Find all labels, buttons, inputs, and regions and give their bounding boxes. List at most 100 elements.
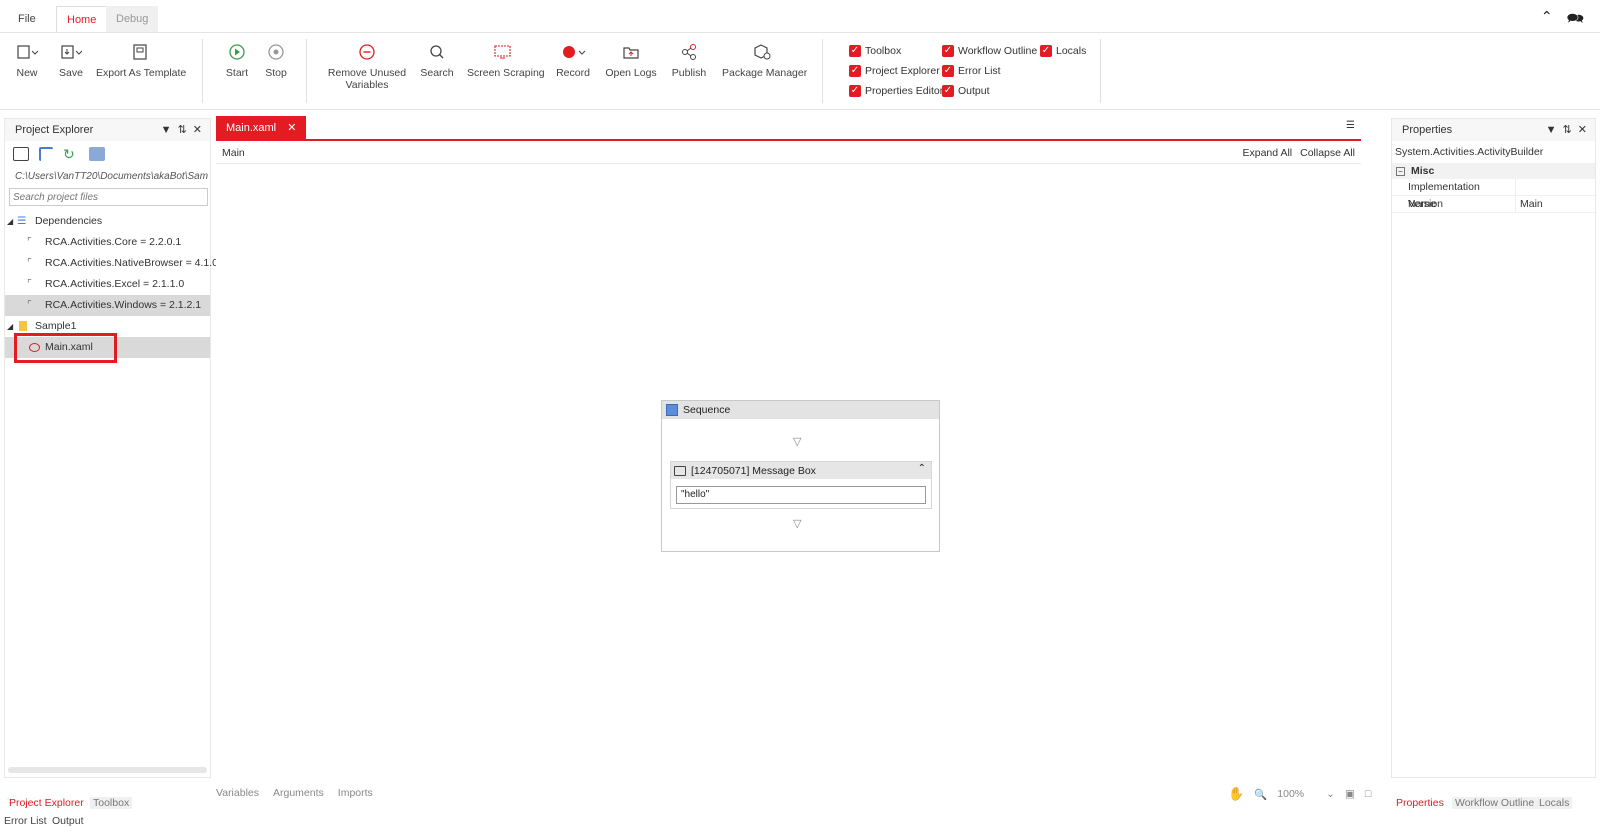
start-button[interactable]: Start xyxy=(222,41,252,79)
explorer-toolbar: ↻ xyxy=(5,141,210,167)
panel-header: Properties ▼ ⇅ ✕ xyxy=(1392,119,1595,141)
checkbox-workflow-outline[interactable]: ✓ Workflow Outline xyxy=(942,43,1037,59)
publish-button[interactable]: Publish xyxy=(670,41,708,79)
hand-pan-icon[interactable]: ✋ xyxy=(1228,786,1244,802)
check-icon: ✓ xyxy=(849,85,861,97)
tab-variables[interactable]: Variables xyxy=(216,787,259,803)
close-icon[interactable]: ✕ xyxy=(193,119,202,141)
search-button[interactable]: Search xyxy=(420,41,454,79)
message-box-header[interactable]: [124705071] Message Box ⌃ xyxy=(671,462,931,479)
horizontal-scrollbar[interactable] xyxy=(8,767,207,773)
property-row[interactable]: Implementation Version xyxy=(1392,179,1595,210)
checkbox-label: Output xyxy=(958,85,990,97)
close-icon[interactable]: ✕ xyxy=(1578,119,1587,141)
dropdown-icon[interactable]: ▼ xyxy=(1546,119,1557,141)
checkbox-error-list[interactable]: ✓ Error List xyxy=(942,63,1001,79)
checkbox-label: Properties Editor xyxy=(865,85,944,97)
search-project-files-input[interactable] xyxy=(9,188,208,206)
tab-main-xaml[interactable]: Main.xaml ✕ xyxy=(216,116,307,140)
tab-home[interactable]: Home xyxy=(56,6,108,32)
tree-item-dependencies[interactable]: ◢ ☰ Dependencies xyxy=(5,211,210,232)
property-category[interactable]: − Misc xyxy=(1392,163,1595,179)
tab-properties[interactable]: Properties xyxy=(1396,797,1444,809)
notifications-icon[interactable]: 🗪 xyxy=(1567,8,1584,32)
zoom-level[interactable]: 100% xyxy=(1277,788,1304,800)
pin-icon[interactable]: ⇅ xyxy=(178,119,187,141)
package-manager-button[interactable]: Package Manager xyxy=(722,41,807,79)
tab-project-explorer[interactable]: Project Explorer xyxy=(9,797,84,809)
property-value[interactable] xyxy=(1516,179,1520,195)
tree-item-dependency[interactable]: ⌜ RCA.Activities.Windows = 2.1.2.1 xyxy=(5,295,210,316)
fit-screen-icon[interactable]: ▣ xyxy=(1345,788,1355,800)
tab-workflow-outline[interactable]: Workflow Outline xyxy=(1452,797,1538,809)
drop-target-icon[interactable]: ▽ xyxy=(793,435,801,448)
open-logs-button[interactable]: Open Logs xyxy=(605,41,657,79)
tab-output[interactable]: Output xyxy=(52,815,84,827)
sequence-title: Sequence xyxy=(683,404,731,416)
stop-icon xyxy=(261,41,291,63)
sequence-header[interactable]: Sequence xyxy=(662,401,939,419)
chevron-up-icon[interactable]: ⌃ xyxy=(1541,8,1553,32)
checkbox-properties-editor[interactable]: ✓ Properties Editor xyxy=(849,83,943,99)
chevron-down-icon[interactable]: ⌄ xyxy=(1326,788,1335,800)
sequence-activity[interactable]: Sequence ▽ [124705071] Message Box ⌃ "he… xyxy=(661,400,940,552)
expand-collapse-controls: Expand All Collapse All xyxy=(1243,147,1356,159)
tab-imports[interactable]: Imports xyxy=(338,787,373,803)
tab-arguments[interactable]: Arguments xyxy=(273,787,324,803)
collapse-box-icon[interactable]: − xyxy=(1396,166,1405,176)
collapse-all-link[interactable]: Collapse All xyxy=(1300,147,1355,159)
tree-item-dependency[interactable]: ⌜ RCA.Activities.Excel = 2.1.1.0 xyxy=(5,274,210,295)
message-icon xyxy=(674,465,686,476)
collapse-arrow-icon[interactable]: ◢ xyxy=(7,316,13,337)
zoom-icon[interactable]: 🔍 xyxy=(1254,788,1267,801)
collapse-icon[interactable]: ⌃ xyxy=(918,463,926,474)
open-folder-icon[interactable] xyxy=(13,147,29,161)
tab-locals[interactable]: Locals xyxy=(1536,797,1573,809)
tab-overflow-icon[interactable]: ☰ xyxy=(1346,120,1355,131)
record-button[interactable]: Record xyxy=(556,41,590,79)
remove-unused-variables-button[interactable]: Remove Unused Variables xyxy=(326,41,408,91)
screen-scraping-button[interactable]: Screen Scraping xyxy=(467,41,545,79)
dropdown-icon[interactable]: ▼ xyxy=(161,119,172,141)
ribbon-divider xyxy=(202,39,203,103)
close-tab-icon[interactable]: ✕ xyxy=(287,122,296,134)
stop-label: Stop xyxy=(265,67,287,79)
export-template-button[interactable]: Export As Template xyxy=(96,41,186,79)
tab-toolbox[interactable]: Toolbox xyxy=(90,797,133,809)
checkbox-output[interactable]: ✓ Output xyxy=(942,83,990,99)
collapse-arrow-icon[interactable]: ◢ xyxy=(7,211,13,232)
package-icon: ⌜ xyxy=(27,299,32,311)
record-icon xyxy=(556,41,590,63)
ribbon-divider xyxy=(822,39,823,103)
tab-debug[interactable]: Debug xyxy=(106,6,159,32)
open-logs-icon xyxy=(605,41,657,63)
publish-label: Publish xyxy=(671,67,707,79)
tab-error-list[interactable]: Error List xyxy=(4,815,47,827)
message-box-activity[interactable]: [124705071] Message Box ⌃ "hello" xyxy=(670,461,932,509)
start-label: Start xyxy=(225,67,249,79)
checkbox-project-explorer[interactable]: ✓ Project Explorer xyxy=(849,63,940,79)
message-text-field[interactable]: "hello" xyxy=(676,486,926,504)
stop-button[interactable]: Stop xyxy=(261,41,291,79)
checkbox-toolbox[interactable]: ✓ Toolbox xyxy=(849,43,901,59)
breadcrumb[interactable]: Main xyxy=(222,147,245,159)
property-key: Implementation Version xyxy=(1392,179,1516,210)
pin-icon[interactable]: ⇅ xyxy=(1563,119,1572,141)
expand-all-link[interactable]: Expand All xyxy=(1243,147,1293,159)
save-button[interactable]: Save xyxy=(56,41,86,79)
tree-item-label: RCA.Activities.NativeBrowser = 4.1.0.1 xyxy=(45,257,227,269)
overview-icon[interactable]: □ xyxy=(1365,788,1371,800)
tree-item-dependency[interactable]: ⌜ RCA.Activities.NativeBrowser = 4.1.0.1 xyxy=(5,253,227,274)
checkbox-locals[interactable]: ✓ Locals xyxy=(1040,43,1086,59)
refresh-icon[interactable]: ↻ xyxy=(63,147,79,161)
expand-tree-icon[interactable] xyxy=(39,147,53,161)
new-button[interactable]: New xyxy=(12,41,42,79)
drop-target-icon[interactable]: ▽ xyxy=(793,517,801,530)
property-row[interactable]: Name Main xyxy=(1392,196,1595,213)
tab-file[interactable]: File xyxy=(8,6,46,32)
tree-item-label: Dependencies xyxy=(35,215,103,227)
tree-item-dependency[interactable]: ⌜ RCA.Activities.Core = 2.2.0.1 xyxy=(5,232,210,253)
remove-dependency-icon[interactable] xyxy=(89,147,105,161)
screen-scraping-icon xyxy=(467,41,539,63)
property-value[interactable]: Main xyxy=(1516,196,1543,212)
